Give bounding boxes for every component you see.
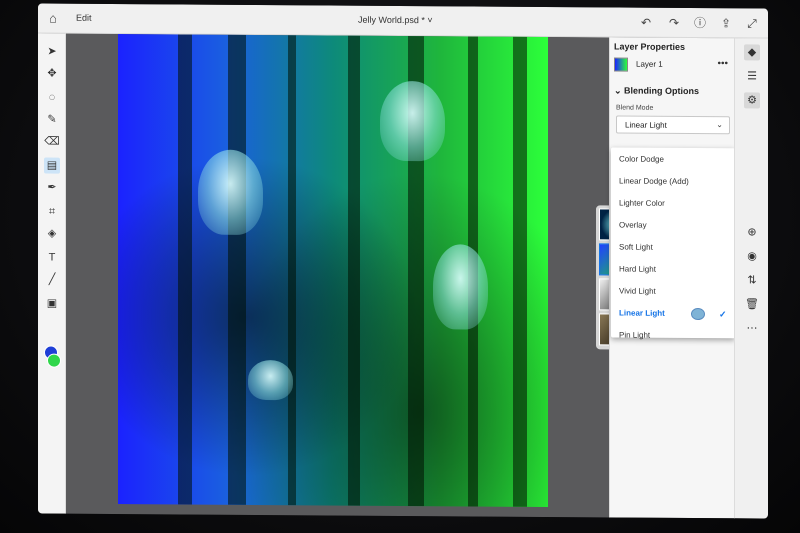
redo-icon[interactable]: ↷ bbox=[666, 15, 682, 31]
fullscreen-icon[interactable]: ⤢ bbox=[744, 15, 760, 31]
blending-options-header[interactable]: ⌄ Blending Options bbox=[614, 85, 699, 97]
touch-indicator bbox=[691, 308, 705, 321]
undo-icon[interactable]: ↶ bbox=[638, 15, 654, 31]
menu-item-selected[interactable]: Linear Light ✓ bbox=[619, 304, 731, 325]
jellyfish-shape bbox=[380, 80, 445, 162]
document-title[interactable]: Jelly World.psd * ˅ bbox=[358, 15, 433, 26]
line-icon[interactable]: ╱ bbox=[44, 271, 60, 287]
background-color-swatch[interactable] bbox=[47, 353, 61, 368]
artwork-image[interactable] bbox=[118, 34, 548, 508]
menu-item[interactable]: Overlay bbox=[619, 216, 731, 237]
jellyfish-shape bbox=[198, 149, 263, 236]
menu-item[interactable]: Hard Light bbox=[619, 260, 731, 281]
checkmark-icon: ✓ bbox=[719, 309, 727, 320]
canvas-area[interactable] bbox=[66, 33, 638, 518]
panel-title: Layer Properties bbox=[614, 41, 686, 52]
arrange-icon[interactable]: ⇅ bbox=[744, 272, 760, 288]
brush-icon[interactable]: ✎ bbox=[44, 111, 60, 127]
menu-item[interactable]: Color Dodge bbox=[619, 150, 731, 171]
edit-menu[interactable]: Edit bbox=[76, 13, 92, 23]
lasso-icon[interactable]: ◌ bbox=[44, 89, 60, 105]
jellyfish-shape bbox=[433, 244, 488, 330]
layer-row[interactable]: Layer 1 ••• bbox=[614, 55, 732, 74]
properties-icon[interactable]: ⚙ bbox=[744, 92, 760, 109]
menu-item-label: Linear Light bbox=[619, 308, 665, 318]
move-icon[interactable]: ➤ bbox=[44, 43, 60, 59]
add-icon[interactable]: ⊕ bbox=[744, 224, 760, 240]
delete-icon[interactable]: 🗑 bbox=[744, 296, 760, 312]
menu-item[interactable]: Pin Light bbox=[619, 326, 731, 347]
photo-background: ⌂ Edit Jelly World.psd * ˅ ↶ ↷ ⓘ ⇪ ⤢ ➤ ✥… bbox=[0, 0, 800, 533]
app-window: ⌂ Edit Jelly World.psd * ˅ ↶ ↷ ⓘ ⇪ ⤢ ➤ ✥… bbox=[38, 3, 768, 519]
type-icon[interactable]: T bbox=[44, 249, 60, 265]
gradient-icon[interactable]: ▤ bbox=[44, 157, 60, 174]
blend-mode-value: Linear Light bbox=[625, 120, 667, 130]
menu-item[interactable]: Soft Light bbox=[619, 238, 731, 259]
chevron-down-icon: ⌄ bbox=[716, 120, 723, 130]
layers-icon[interactable]: ◆ bbox=[744, 44, 760, 61]
blend-mode-select[interactable]: Linear Light ⌄ bbox=[616, 115, 730, 135]
more-icon[interactable]: ⋯ bbox=[744, 320, 760, 336]
layer-stack-icon[interactable]: ☰ bbox=[744, 68, 760, 84]
transform-icon[interactable]: ✥ bbox=[44, 65, 60, 81]
blend-mode-label: Blend Mode bbox=[616, 104, 654, 112]
right-rail: ◆ ☰ ⚙ ⊕ ◉ ⇅ 🗑 ⋯ bbox=[734, 38, 768, 519]
more-options-icon[interactable]: ••• bbox=[717, 58, 728, 69]
eraser-icon[interactable]: ⌫ bbox=[44, 133, 60, 149]
layer-name: Layer 1 bbox=[636, 59, 663, 69]
blending-options-label: Blending Options bbox=[624, 85, 700, 97]
image-icon[interactable]: ▣ bbox=[44, 295, 60, 311]
home-icon[interactable]: ⌂ bbox=[46, 11, 60, 26]
crop-icon[interactable]: ⌗ bbox=[44, 203, 60, 219]
share-icon[interactable]: ⇪ bbox=[718, 15, 734, 31]
menu-item[interactable]: Linear Dodge (Add) bbox=[619, 172, 731, 193]
blend-mode-menu: Color Dodge Linear Dodge (Add) Lighter C… bbox=[611, 147, 735, 340]
visibility-icon[interactable]: ◉ bbox=[744, 248, 760, 264]
fill-icon[interactable]: ◈ bbox=[44, 225, 60, 241]
eyedropper-icon[interactable]: ✒ bbox=[44, 179, 60, 195]
layer-thumb bbox=[614, 57, 628, 72]
help-icon[interactable]: ⓘ bbox=[692, 15, 708, 31]
menu-item[interactable]: Lighter Color bbox=[619, 194, 731, 215]
menu-item[interactable]: Vivid Light bbox=[619, 282, 731, 303]
jellyfish-shape bbox=[248, 359, 293, 401]
tool-bar: ➤ ✥ ◌ ✎ ⌫ ▤ ✒ ⌗ ◈ T ╱ ▣ bbox=[38, 33, 66, 514]
